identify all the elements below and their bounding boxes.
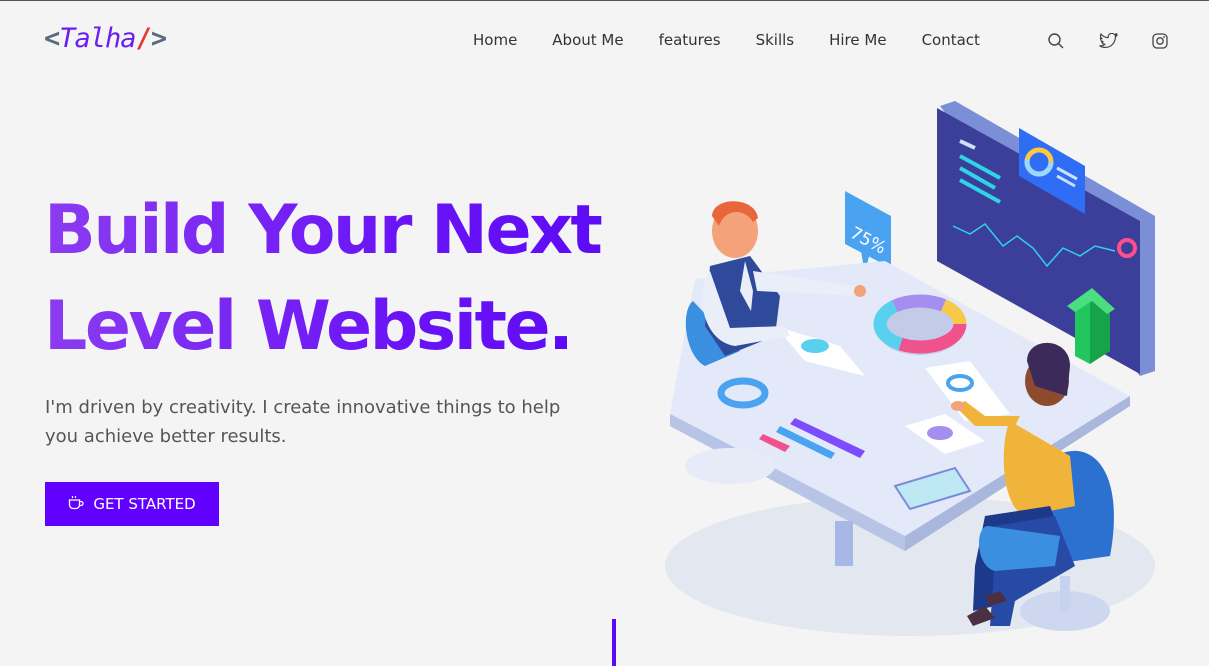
coffee-cup-icon — [68, 495, 85, 514]
hero-title-line-1: Build Your Next — [44, 191, 601, 270]
twitter-icon[interactable] — [1098, 31, 1118, 51]
logo-close-bracket: > — [150, 23, 167, 54]
hero-illustration: 75% — [665, 101, 1155, 636]
nav-features[interactable]: features — [659, 31, 721, 49]
table-donut-chart — [873, 294, 967, 355]
hero-title-line-2: Level Website — [44, 287, 549, 366]
nav-icon-group — [1046, 31, 1202, 51]
hero-title: Build Your Next Level Website. — [44, 183, 644, 375]
nav-hire-me[interactable]: Hire Me — [829, 31, 886, 49]
hero-subtitle: I'm driven by creativity. I create innov… — [45, 397, 561, 447]
main-nav: Home About Me features Skills Hire Me Co… — [473, 31, 1015, 49]
get-started-label: GET STARTED — [93, 495, 196, 513]
nav-home[interactable]: Home — [473, 31, 517, 49]
nav-contact[interactable]: Contact — [922, 31, 980, 49]
instagram-icon[interactable] — [1150, 31, 1170, 51]
nav-skills[interactable]: Skills — [756, 31, 795, 49]
logo-name: Talha — [59, 23, 136, 54]
search-icon[interactable] — [1046, 31, 1066, 51]
hero-title-dot: . — [548, 287, 574, 366]
logo-slash: / — [135, 23, 152, 54]
logo-open-bracket: < — [44, 23, 60, 54]
scroll-indicator — [612, 619, 616, 666]
get-started-button[interactable]: GET STARTED — [45, 482, 219, 526]
site-logo[interactable]: < Talha / > — [44, 23, 167, 54]
nav-about-me[interactable]: About Me — [552, 31, 623, 49]
